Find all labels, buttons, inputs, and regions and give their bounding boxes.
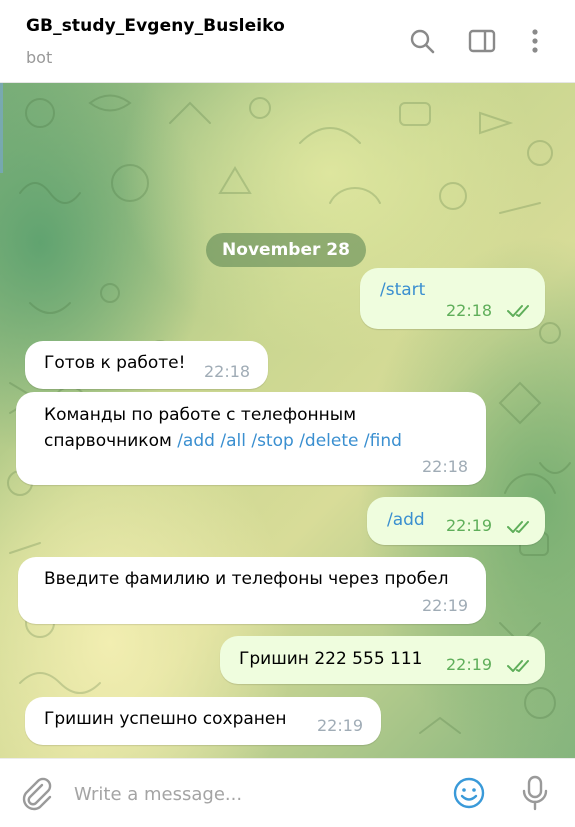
paperclip-icon[interactable] [18, 775, 54, 811]
message-text: Введите фамилию и телефоны через пробел [44, 569, 449, 589]
message-composer [0, 758, 575, 827]
more-vertical-icon[interactable] [520, 26, 550, 56]
message-time: 22:18 [204, 362, 251, 381]
message-text: Готов к работе! [44, 353, 186, 373]
message-outgoing[interactable]: Гришин 222 555 111 22:19 [220, 636, 545, 684]
message-outgoing[interactable]: /start 22:18 [360, 268, 545, 329]
message-text[interactable]: /add [387, 510, 425, 530]
search-icon[interactable] [407, 26, 437, 56]
message-incoming[interactable]: Готов к работе! 22:18 [25, 341, 268, 389]
message-text[interactable]: /start [380, 280, 425, 300]
message-incoming[interactable]: Гришин успешно сохранен 22:19 [25, 697, 381, 745]
scrollbar[interactable] [0, 83, 3, 173]
message-text-prefix: спарвочником [44, 431, 172, 451]
message-text: Гришин 222 555 111 [239, 649, 423, 669]
command-link-all[interactable]: /all [220, 431, 246, 451]
emoji-icon[interactable] [452, 776, 486, 810]
message-time: 22:19 [422, 596, 469, 615]
command-link-find[interactable]: /find [364, 431, 402, 451]
message-time: 22:19 [317, 716, 364, 735]
command-link-stop[interactable]: /stop [251, 431, 293, 451]
read-checks-icon [507, 305, 529, 317]
message-input[interactable] [72, 777, 436, 811]
date-separator: November 28 [206, 233, 366, 267]
message-time: 22:18 [422, 457, 469, 476]
chat-title[interactable]: GB_study_Evgeny_Busleiko [26, 16, 285, 36]
message-incoming[interactable]: Введите фамилию и телефоны через пробел … [18, 557, 486, 624]
message-incoming[interactable]: Команды по работе с телефонным спарвочни… [16, 392, 486, 485]
chat-status: bot [26, 48, 53, 67]
microphone-icon[interactable] [518, 774, 552, 812]
message-time: 22:18 [446, 301, 493, 320]
read-checks-icon [507, 660, 529, 672]
message-text-line: Команды по работе с телефонным [44, 405, 357, 425]
chat-history[interactable]: November 28 /start 22:18 Готов к работе!… [0, 83, 575, 758]
message-text: Гришин успешно сохранен [44, 709, 287, 729]
chat-header: GB_study_Evgeny_Busleiko bot [0, 0, 575, 83]
message-time: 22:19 [446, 516, 493, 535]
command-link-add[interactable]: /add [177, 431, 215, 451]
message-text-line: спарвочником /add /all /stop /delete /fi… [44, 431, 402, 451]
message-outgoing[interactable]: /add 22:19 [367, 497, 545, 545]
read-checks-icon [507, 521, 529, 533]
command-link-delete[interactable]: /delete [299, 431, 358, 451]
message-time: 22:19 [446, 655, 493, 674]
sidebar-toggle-icon[interactable] [467, 26, 497, 56]
